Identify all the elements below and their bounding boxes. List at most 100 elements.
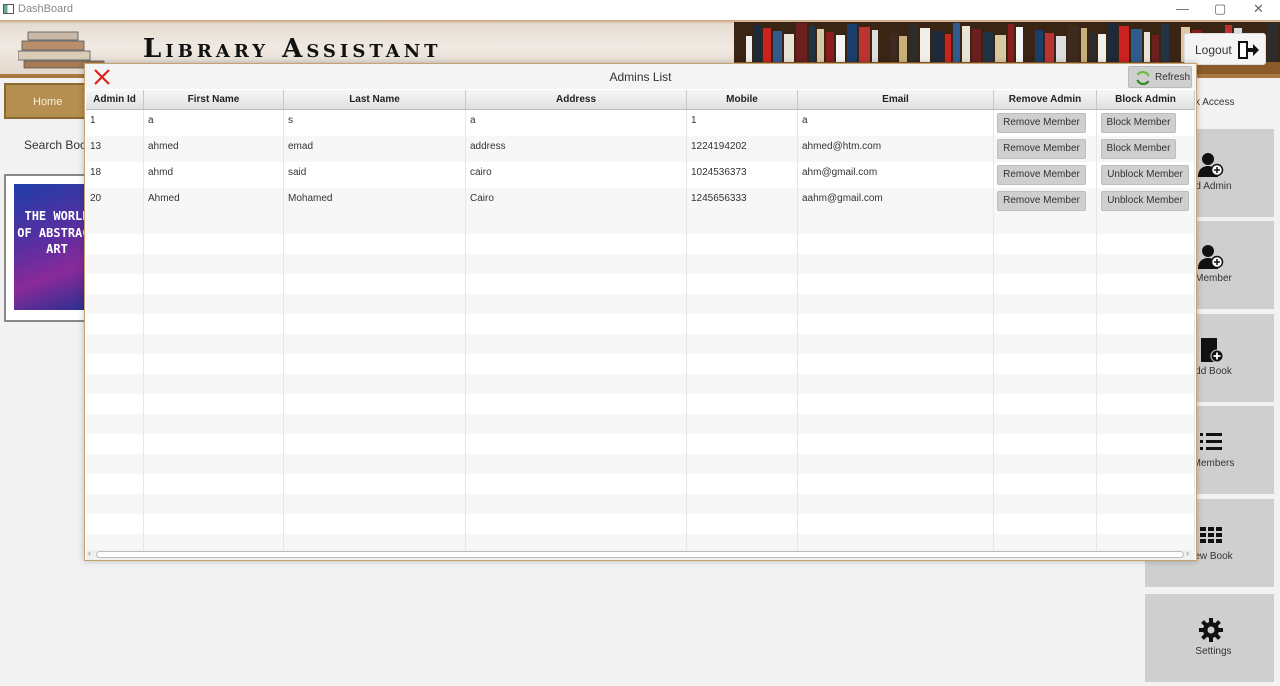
empty-cell	[466, 354, 687, 374]
mobile-cell: 1224194202	[687, 136, 798, 162]
close-icon[interactable]	[93, 68, 111, 86]
col-block-admin-header[interactable]: Block Admin	[1097, 90, 1195, 110]
book-card[interactable]: THE WORLD OF ABSTRACT ART	[4, 174, 88, 322]
empty-cell	[144, 214, 284, 234]
unblock-member-button[interactable]: Unblock Member	[1101, 165, 1189, 185]
empty-cell	[994, 254, 1097, 274]
empty-cell	[1097, 414, 1195, 434]
empty-cell	[144, 454, 284, 474]
book-spine	[945, 34, 951, 62]
empty-cell	[144, 414, 284, 434]
close-window-button[interactable]: ✕	[1253, 1, 1264, 17]
empty-cell	[994, 234, 1097, 254]
empty-cell	[86, 454, 144, 474]
book-spine	[754, 25, 761, 62]
table-row[interactable]: 13 ahmed emad address 1224194202 ahmed@htm.co…	[86, 136, 1195, 162]
first-name-cell: Ahmed	[144, 188, 284, 214]
first-name-cell: a	[144, 110, 284, 136]
empty-cell	[798, 334, 994, 354]
logout-label: Logout	[1195, 43, 1232, 57]
window-title: DashBoard	[18, 3, 74, 15]
home-button[interactable]: Home	[4, 83, 86, 119]
book-spine	[995, 35, 1006, 62]
remove-member-button[interactable]: Remove Member	[997, 113, 1086, 133]
col-first-name-header[interactable]: First Name	[144, 90, 284, 110]
book-spine	[1068, 25, 1079, 62]
empty-cell	[466, 234, 687, 254]
empty-table-row	[86, 374, 1195, 394]
gear-icon	[1199, 618, 1223, 642]
empty-cell	[687, 294, 798, 314]
empty-cell	[284, 254, 466, 274]
empty-cell	[994, 434, 1097, 454]
empty-cell	[687, 314, 798, 334]
scroll-left-icon[interactable]: ‹	[88, 548, 91, 558]
maximize-button[interactable]: ▢	[1214, 1, 1226, 17]
book-spine	[1089, 31, 1096, 62]
empty-cell	[687, 374, 798, 394]
empty-cell	[284, 314, 466, 334]
empty-cell	[798, 254, 994, 274]
empty-cell	[86, 334, 144, 354]
empty-cell	[466, 414, 687, 434]
empty-cell	[86, 234, 144, 254]
admins-table: Admin Id First Name Last Name Address Mobile…	[86, 90, 1195, 550]
last-name-cell: Mohamed	[284, 188, 466, 214]
book-spine	[1108, 23, 1117, 62]
add-user-icon	[1198, 153, 1224, 177]
empty-cell	[144, 394, 284, 414]
empty-cell	[687, 254, 798, 274]
empty-cell	[144, 514, 284, 534]
logout-button[interactable]: Logout	[1184, 33, 1266, 65]
book-spine	[796, 23, 807, 62]
empty-cell	[1097, 234, 1195, 254]
empty-cell	[1097, 254, 1195, 274]
empty-cell	[1097, 534, 1195, 550]
empty-cell	[1097, 214, 1195, 234]
address-cell: a	[466, 110, 687, 136]
empty-cell	[284, 394, 466, 414]
settings-tile-label: Settings	[1195, 646, 1232, 657]
empty-cell	[284, 354, 466, 374]
col-admin-id-header[interactable]: Admin Id	[86, 90, 144, 110]
scroll-right-icon[interactable]: ›	[1186, 548, 1189, 558]
table-row[interactable]: 1 a s a 1 a Remove Member Block Member	[86, 110, 1195, 136]
col-last-name-header[interactable]: Last Name	[284, 90, 466, 110]
empty-table-row	[86, 254, 1195, 274]
empty-table-row	[86, 394, 1195, 414]
book-spine	[1131, 29, 1142, 62]
col-address-header[interactable]: Address	[466, 90, 687, 110]
empty-cell	[466, 294, 687, 314]
horizontal-scrollbar[interactable]: ‹ ›	[86, 548, 1195, 560]
settings-tile[interactable]: Settings	[1145, 594, 1274, 682]
app-icon	[3, 4, 14, 14]
empty-table-row	[86, 214, 1195, 234]
col-remove-admin-header[interactable]: Remove Admin	[994, 90, 1097, 110]
book-spine	[972, 29, 981, 62]
remove-member-button[interactable]: Remove Member	[997, 139, 1086, 159]
empty-cell	[86, 314, 144, 334]
book-spine	[872, 30, 878, 62]
block-member-button[interactable]: Block Member	[1101, 113, 1176, 133]
book-spine	[1267, 23, 1278, 62]
admins-list-dialog: Admins List Refresh Admin Id First Name La…	[84, 63, 1197, 561]
col-email-header[interactable]: Email	[798, 90, 994, 110]
remove-member-button[interactable]: Remove Member	[997, 165, 1086, 185]
empty-cell	[144, 494, 284, 514]
empty-cell	[466, 374, 687, 394]
empty-cell	[144, 434, 284, 454]
minimize-button[interactable]: —	[1176, 1, 1189, 16]
remove-member-button[interactable]: Remove Member	[997, 191, 1086, 211]
scrollbar-thumb[interactable]	[96, 551, 1184, 558]
table-row[interactable]: 18 ahmd said cairo 1024536373 ahm@gmail.com Re…	[86, 162, 1195, 188]
refresh-button[interactable]: Refresh	[1128, 66, 1192, 88]
block-member-button[interactable]: Block Member	[1101, 139, 1176, 159]
empty-cell	[466, 434, 687, 454]
table-row[interactable]: 20 Ahmed Mohamed Cairo 1245656333 aahm@gmail.…	[86, 188, 1195, 214]
empty-cell	[466, 454, 687, 474]
empty-cell	[284, 434, 466, 454]
window-title-bar: DashBoard — ▢ ✕	[0, 0, 1280, 20]
empty-cell	[687, 434, 798, 454]
col-mobile-header[interactable]: Mobile	[687, 90, 798, 110]
unblock-member-button[interactable]: Unblock Member	[1101, 191, 1189, 211]
